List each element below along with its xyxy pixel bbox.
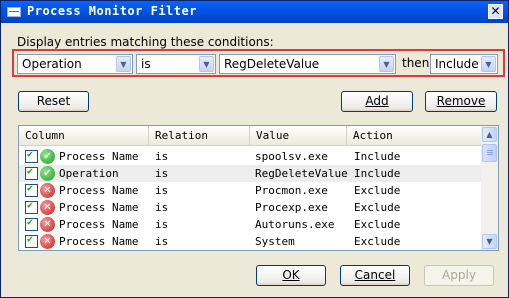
cell-column: Operation	[59, 167, 119, 180]
chevron-down-icon[interactable]: ▼	[116, 56, 131, 72]
remove-button-label: Remove	[436, 94, 486, 108]
column-dropdown-value: Operation	[22, 57, 82, 71]
exclude-x-icon: ✕	[40, 200, 55, 215]
cell-action: Include	[354, 150, 401, 163]
chevron-down-icon[interactable]: ▼	[481, 56, 496, 72]
cell-column: Process Name	[59, 218, 139, 231]
row-checkbox[interactable]	[25, 166, 38, 180]
table-row[interactable]: ✕ Process Name is Procexp.exe Exclude	[19, 199, 482, 216]
remove-button[interactable]: Remove	[425, 91, 497, 112]
cell-action: Exclude	[354, 218, 401, 231]
reset-button[interactable]: Reset	[18, 91, 89, 112]
cell-relation: is	[155, 167, 169, 180]
row-checkbox[interactable]	[25, 234, 38, 248]
window-title: Process Monitor Filter	[27, 4, 197, 18]
row-checkbox[interactable]	[25, 149, 38, 163]
close-button[interactable]: ✕	[488, 4, 503, 19]
column-header-column[interactable]: Column	[19, 126, 149, 145]
scroll-down-button[interactable]: ▼	[482, 234, 497, 249]
value-combobox[interactable]: RegDeleteValue ▼	[219, 54, 396, 74]
close-icon: ✕	[490, 4, 501, 18]
list-header: Column Relation Value Action	[19, 126, 482, 146]
ok-button[interactable]: OK	[256, 265, 326, 286]
cell-relation: is	[155, 150, 169, 163]
scroll-thumb[interactable]	[482, 144, 497, 162]
action-dropdown[interactable]: Include ▼	[430, 54, 498, 74]
value-combobox-value: RegDeleteValue	[224, 57, 320, 71]
apply-button[interactable]: Apply	[424, 265, 494, 286]
cell-action: Exclude	[354, 201, 401, 214]
conditions-label: Display entries matching these condition…	[17, 35, 274, 49]
column-header-relation[interactable]: Relation	[149, 126, 250, 145]
then-label: then	[402, 56, 430, 70]
add-button[interactable]: Add	[341, 91, 413, 112]
relation-dropdown[interactable]: is ▼	[136, 54, 216, 74]
list-scrollbar[interactable]: ▲ ▼	[481, 126, 498, 250]
include-check-icon: ✔	[40, 166, 55, 181]
cancel-button[interactable]: Cancel	[340, 265, 410, 286]
cell-value: System	[255, 235, 295, 248]
table-row[interactable]: ✔ Operation is RegDeleteValue Include	[19, 165, 482, 182]
ok-button-label: OK	[282, 268, 300, 282]
scroll-up-button[interactable]: ▲	[482, 127, 497, 142]
chevron-down-icon: ▼	[486, 237, 493, 246]
filter-dialog: Process Monitor Filter ✕ Display entries…	[0, 0, 509, 298]
column-dropdown[interactable]: Operation ▼	[17, 54, 133, 74]
add-button-label: Add	[365, 94, 389, 108]
filter-list[interactable]: Column Relation Value Action ✔ Process N…	[18, 125, 499, 251]
app-window-icon	[7, 7, 21, 17]
cell-column: Process Name	[59, 201, 139, 214]
cell-value: RegDeleteValue	[255, 167, 348, 180]
column-header-value[interactable]: Value	[250, 126, 347, 145]
title-bar[interactable]: Process Monitor Filter ✕	[1, 1, 508, 23]
cell-column: Process Name	[59, 150, 139, 163]
cell-value: spoolsv.exe	[255, 150, 328, 163]
cell-relation: is	[155, 218, 169, 231]
table-row[interactable]: ✕ Process Name is System Exclude	[19, 233, 482, 250]
cell-column: Process Name	[59, 235, 139, 248]
cell-action: Include	[354, 167, 401, 180]
table-row[interactable]: ✕ Process Name is Procmon.exe Exclude	[19, 182, 482, 199]
relation-dropdown-value: is	[141, 57, 151, 71]
action-dropdown-value: Include	[435, 57, 479, 71]
include-check-icon: ✔	[40, 149, 55, 164]
exclude-x-icon: ✕	[40, 183, 55, 198]
row-checkbox[interactable]	[25, 183, 38, 197]
column-header-action[interactable]: Action	[347, 126, 482, 145]
table-row[interactable]: ✕ Process Name is Autoruns.exe Exclude	[19, 216, 482, 233]
chevron-up-icon: ▲	[486, 130, 493, 139]
cell-value: Procexp.exe	[255, 201, 328, 214]
exclude-x-icon: ✕	[40, 217, 55, 232]
chevron-down-icon[interactable]: ▼	[199, 56, 214, 72]
cell-value: Autoruns.exe	[255, 218, 335, 231]
table-row[interactable]: ✔ Process Name is spoolsv.exe Include	[19, 148, 482, 165]
row-checkbox[interactable]	[25, 217, 38, 231]
chevron-down-icon[interactable]: ▼	[379, 56, 394, 72]
exclude-x-icon: ✕	[40, 234, 55, 249]
row-checkbox[interactable]	[25, 200, 38, 214]
cell-action: Exclude	[354, 184, 401, 197]
cell-column: Process Name	[59, 184, 139, 197]
condition-editor-row: Operation ▼ is ▼ RegDeleteValue ▼ then I…	[12, 49, 505, 77]
cell-relation: is	[155, 235, 169, 248]
cell-relation: is	[155, 184, 169, 197]
cancel-button-label: Cancel	[354, 268, 396, 282]
cell-value: Procmon.exe	[255, 184, 328, 197]
cell-relation: is	[155, 201, 169, 214]
cell-action: Exclude	[354, 235, 401, 248]
